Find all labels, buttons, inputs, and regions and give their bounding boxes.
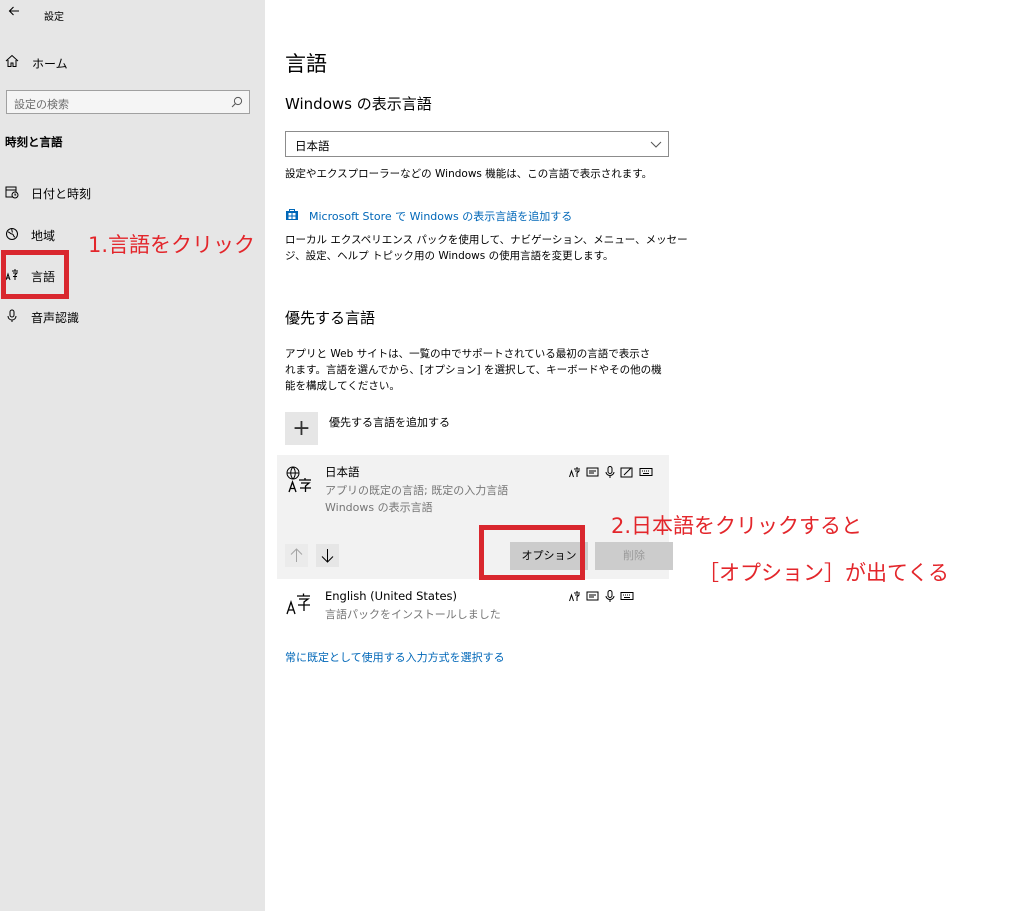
store-link-label: Microsoft Store で Windows の表示言語を追加する — [309, 210, 573, 223]
speech-recognition-icon — [605, 466, 615, 478]
store-description-line-2: ジ、設定、ヘルプ トピック用の Windows の使用言語を変更します。 — [285, 250, 614, 262]
language-features — [569, 587, 634, 602]
sidebar-item-label: 音声認識 — [31, 311, 80, 325]
display-language-icon — [569, 467, 581, 478]
back-arrow-icon[interactable] — [4, 4, 24, 24]
text-to-speech-icon — [586, 467, 599, 477]
language-display-icon — [286, 466, 311, 493]
arrow-up-icon — [290, 548, 303, 562]
sidebar-item-date-time[interactable]: 日付と時刻 — [0, 178, 265, 206]
app-title: 設定 — [44, 12, 64, 23]
display-language-description: 設定やエクスプローラーなどの Windows 機能は、この言語で表示されます。 — [285, 168, 653, 180]
remove-button[interactable]: 削除 — [595, 542, 673, 570]
annotation-step-3: ［オプション］が出てくる — [698, 561, 949, 585]
highlight-options-box — [479, 525, 585, 580]
home-nav-item[interactable]: ホーム — [0, 48, 265, 76]
default-input-method-link[interactable]: 常に既定として使用する入力方式を選択する — [285, 649, 505, 665]
preferred-description-line-3: 能を構成してください。 — [285, 380, 400, 392]
language-name: 日本語 — [325, 465, 360, 479]
home-icon — [5, 54, 19, 67]
home-label: ホーム — [32, 57, 68, 71]
title-bar: 設定 — [0, 0, 265, 30]
move-up-button[interactable] — [285, 544, 308, 567]
search-placeholder: 設定の検索 — [14, 98, 69, 111]
keyboard-icon — [620, 592, 634, 600]
language-status-1: アプリの既定の言語; 既定の入力言語 — [325, 484, 509, 497]
text-to-speech-icon — [586, 591, 599, 601]
calendar-clock-icon — [5, 186, 19, 199]
language-status-2: Windows の表示言語 — [325, 501, 433, 514]
language-item-english[interactable]: English (United States) 言語パックをインストールしました — [277, 584, 669, 624]
highlight-language-box — [1, 250, 69, 299]
sidebar-item-speech[interactable]: 音声認識 — [0, 302, 265, 330]
preferred-languages-heading: 優先する言語 — [285, 309, 376, 327]
sidebar-item-label: 地域 — [31, 229, 56, 243]
store-icon — [286, 209, 298, 220]
annotation-step-2: 2.日本語をクリックすると — [611, 514, 863, 538]
speech-recognition-icon — [605, 590, 615, 602]
microphone-icon — [7, 309, 17, 322]
display-language-icon — [569, 591, 581, 602]
sidebar-item-label: 日付と時刻 — [31, 187, 92, 201]
page-title: 言語 — [285, 52, 327, 76]
store-description-line-1: ローカル エクスペリエンス パックを使用して、ナビゲーション、メニュー、メッセー — [285, 234, 688, 246]
arrow-down-icon — [321, 549, 334, 563]
language-status-1: 言語パックをインストールしました — [325, 608, 501, 621]
keyboard-icon — [639, 468, 653, 476]
chevron-down-icon — [650, 141, 662, 148]
main-content: 言語 Windows の表示言語 日本語 設定やエクスプローラーなどの Wind… — [265, 0, 1024, 911]
handwriting-icon — [620, 467, 633, 478]
globe-region-icon — [6, 228, 18, 240]
display-language-heading: Windows の表示言語 — [285, 95, 432, 113]
language-features — [569, 463, 653, 478]
settings-search-input[interactable]: 設定の検索 — [6, 90, 250, 114]
annotation-step-1: 1.言語をクリック — [88, 233, 256, 257]
language-display-icon — [286, 593, 310, 615]
display-language-dropdown[interactable]: 日本語 — [285, 131, 669, 157]
search-icon — [231, 96, 243, 108]
section-heading: 時刻と言語 — [5, 135, 63, 149]
plus-icon: + — [285, 412, 318, 445]
sidebar: 設定 ホーム 設定の検索 時刻と言語 日付と時刻 地域 言語 音声認識 — [0, 0, 265, 911]
preferred-description-line-2: れます。言語を選んでから、[オプション] を選択して、キーボードやその他の機 — [285, 364, 662, 376]
language-name: English (United States) — [325, 589, 458, 603]
preferred-description-line-1: アプリと Web サイトは、一覧の中でサポートされている最初の言語で表示さ — [285, 348, 651, 360]
move-down-button[interactable] — [316, 544, 339, 567]
add-language-label: 優先する言語を追加する — [329, 416, 450, 429]
add-language-button[interactable]: + 優先する言語を追加する — [285, 412, 585, 446]
display-language-value: 日本語 — [295, 139, 330, 153]
